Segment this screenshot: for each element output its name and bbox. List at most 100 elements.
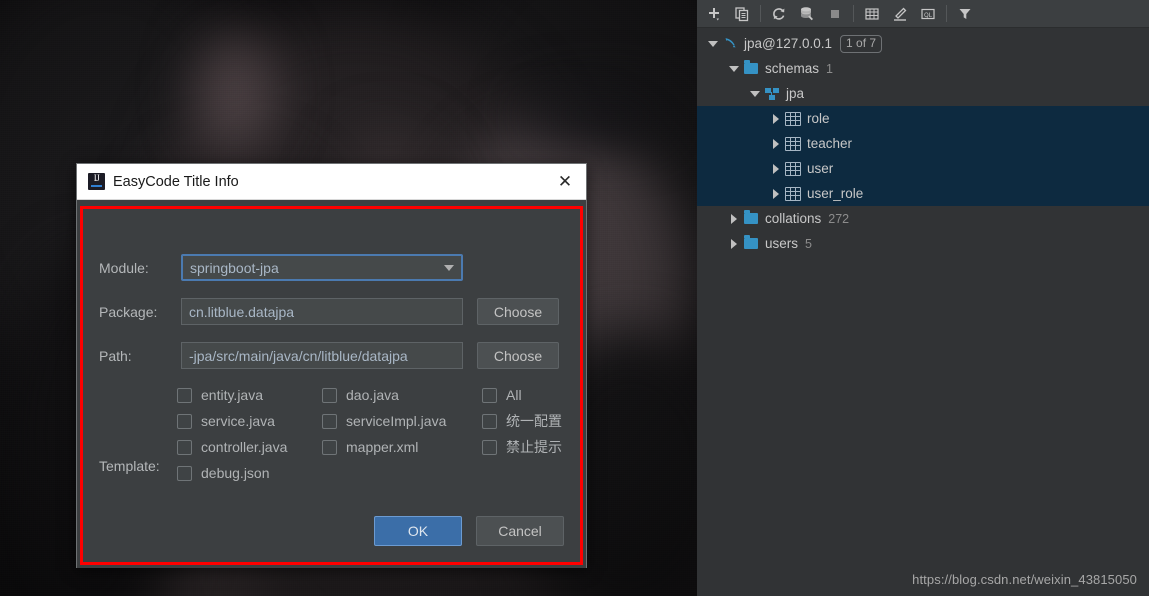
- screen-root: QL jpa@127.0.0.1 1 of 7 schemas 1 jpa role tea…: [0, 0, 1149, 596]
- easycode-dialog: IJ EasyCode Title Info ✕ Module: springb…: [76, 163, 587, 568]
- checkbox-label: debug.json: [201, 465, 270, 481]
- database-tree[interactable]: jpa@127.0.0.1 1 of 7 schemas 1 jpa role teache…: [697, 28, 1149, 596]
- cancel-button[interactable]: Cancel: [476, 516, 564, 546]
- path-row: Path: -jpa/src/main/java/cn/litblue/data…: [99, 342, 564, 369]
- dialog-body: Module: springboot-jpa Package: cn.litbl…: [77, 200, 586, 568]
- checkbox-box[interactable]: [322, 387, 337, 403]
- checkbox-box[interactable]: [177, 465, 192, 481]
- table-icon: [783, 111, 803, 126]
- template-checkbox[interactable]: controller.java: [177, 439, 322, 455]
- template-checkbox-grid: entity.java dao.java All service.java servic…: [177, 382, 562, 486]
- folder-icon: [741, 210, 761, 224]
- path-input[interactable]: -jpa/src/main/java/cn/litblue/datajpa: [181, 342, 463, 369]
- template-checkbox[interactable]: service.java: [177, 413, 322, 429]
- table-icon: [783, 186, 803, 201]
- tree-row[interactable]: jpa: [697, 81, 1149, 106]
- package-input[interactable]: cn.litblue.datajpa: [181, 298, 463, 325]
- checkbox-box[interactable]: [322, 413, 337, 429]
- tree-row[interactable]: jpa@127.0.0.1 1 of 7: [697, 31, 1149, 56]
- checkbox-box[interactable]: [482, 413, 497, 429]
- package-value: cn.litblue.datajpa: [189, 303, 295, 320]
- collapse-triangle-icon[interactable]: [705, 31, 720, 56]
- tree-node-label: users: [765, 236, 799, 251]
- tree-row[interactable]: collations 272: [697, 206, 1149, 231]
- tree-node-label: schemas: [765, 61, 820, 76]
- duplicate-icon[interactable]: [729, 2, 755, 25]
- database-toolbar: QL: [697, 0, 1149, 28]
- package-label: Package:: [99, 303, 158, 320]
- tree-row[interactable]: schemas 1: [697, 56, 1149, 81]
- database-tool-window: QL jpa@127.0.0.1 1 of 7 schemas 1 jpa role tea…: [697, 0, 1149, 596]
- stop-icon[interactable]: [822, 2, 848, 25]
- checkbox-box[interactable]: [482, 439, 497, 455]
- path-value: -jpa/src/main/java/cn/litblue/datajpa: [189, 347, 408, 364]
- expand-triangle-icon[interactable]: [768, 106, 783, 131]
- ok-button[interactable]: OK: [374, 516, 462, 546]
- toolbar-separator: [946, 5, 947, 22]
- tree-node-label: jpa@127.0.0.1: [744, 36, 833, 51]
- template-checkbox[interactable]: All: [482, 387, 562, 403]
- tree-row[interactable]: user: [697, 156, 1149, 181]
- tree-node-label: role: [807, 111, 830, 126]
- tree-row[interactable]: users 5: [697, 231, 1149, 256]
- template-checkbox[interactable]: entity.java: [177, 387, 322, 403]
- refresh-icon[interactable]: [766, 2, 792, 25]
- checkbox-label: service.java: [201, 413, 275, 429]
- expand-triangle-icon[interactable]: [726, 206, 741, 231]
- table-editor-icon[interactable]: [859, 2, 885, 25]
- tree-node-label: teacher: [807, 136, 853, 151]
- svg-text:QL: QL: [924, 12, 933, 19]
- checkbox-label: controller.java: [201, 439, 288, 455]
- path-choose-button[interactable]: Choose: [477, 342, 559, 369]
- checkbox-box[interactable]: [482, 387, 497, 403]
- template-checkbox[interactable]: 禁止提示: [482, 437, 562, 457]
- expand-triangle-icon[interactable]: [768, 156, 783, 181]
- folder-icon: [741, 235, 761, 249]
- checkbox-label: serviceImpl.java: [346, 413, 447, 429]
- checkbox-box[interactable]: [322, 439, 337, 455]
- collapse-triangle-icon[interactable]: [726, 56, 741, 81]
- db-tools-wrench-icon[interactable]: [794, 2, 820, 25]
- template-checkbox[interactable]: serviceImpl.java: [322, 413, 482, 429]
- checkbox-box[interactable]: [177, 387, 192, 403]
- module-value: springboot-jpa: [190, 259, 279, 276]
- checkbox-label: mapper.xml: [346, 439, 419, 455]
- close-icon[interactable]: ✕: [552, 169, 578, 195]
- toolbar-separator: [760, 5, 761, 22]
- dialog-button-bar: OK Cancel: [374, 516, 564, 546]
- template-checkbox[interactable]: debug.json: [177, 465, 322, 481]
- template-checkbox[interactable]: mapper.xml: [322, 439, 482, 455]
- checkbox-box[interactable]: [177, 413, 192, 429]
- dialog-title-bar: IJ EasyCode Title Info ✕: [77, 164, 586, 200]
- checkbox-box[interactable]: [177, 439, 192, 455]
- tree-node-count: 5: [805, 236, 812, 251]
- tree-row[interactable]: role: [697, 106, 1149, 131]
- schema-icon: [762, 87, 782, 100]
- tree-node-label: jpa: [786, 86, 805, 101]
- tree-row[interactable]: user_role: [697, 181, 1149, 206]
- edit-pencil-icon[interactable]: [887, 2, 913, 25]
- module-select[interactable]: springboot-jpa: [181, 254, 463, 281]
- table-icon: [783, 136, 803, 151]
- toolbar-separator: [853, 5, 854, 22]
- expand-triangle-icon[interactable]: [768, 181, 783, 206]
- expand-triangle-icon[interactable]: [768, 131, 783, 156]
- package-row: Package: cn.litblue.datajpa Choose: [99, 298, 564, 325]
- watermark-url: https://blog.csdn.net/weixin_43815050: [912, 572, 1137, 587]
- checkbox-label: All: [506, 387, 522, 403]
- table-icon: [783, 161, 803, 176]
- query-console-icon[interactable]: QL: [915, 2, 941, 25]
- template-checkbox[interactable]: 统一配置: [482, 411, 562, 431]
- tree-row[interactable]: teacher: [697, 131, 1149, 156]
- expand-triangle-icon[interactable]: [726, 231, 741, 256]
- template-checkbox[interactable]: dao.java: [322, 387, 482, 403]
- package-choose-button[interactable]: Choose: [477, 298, 559, 325]
- tree-node-count: 272: [828, 211, 850, 226]
- collapse-triangle-icon[interactable]: [747, 81, 762, 106]
- add-datasource-icon[interactable]: [701, 2, 727, 25]
- chevron-down-icon[interactable]: [444, 264, 454, 271]
- filter-icon[interactable]: [952, 2, 978, 25]
- checkbox-label: entity.java: [201, 387, 263, 403]
- intellij-idea-icon: IJ: [88, 173, 105, 190]
- schema-count-badge[interactable]: 1 of 7: [840, 34, 883, 53]
